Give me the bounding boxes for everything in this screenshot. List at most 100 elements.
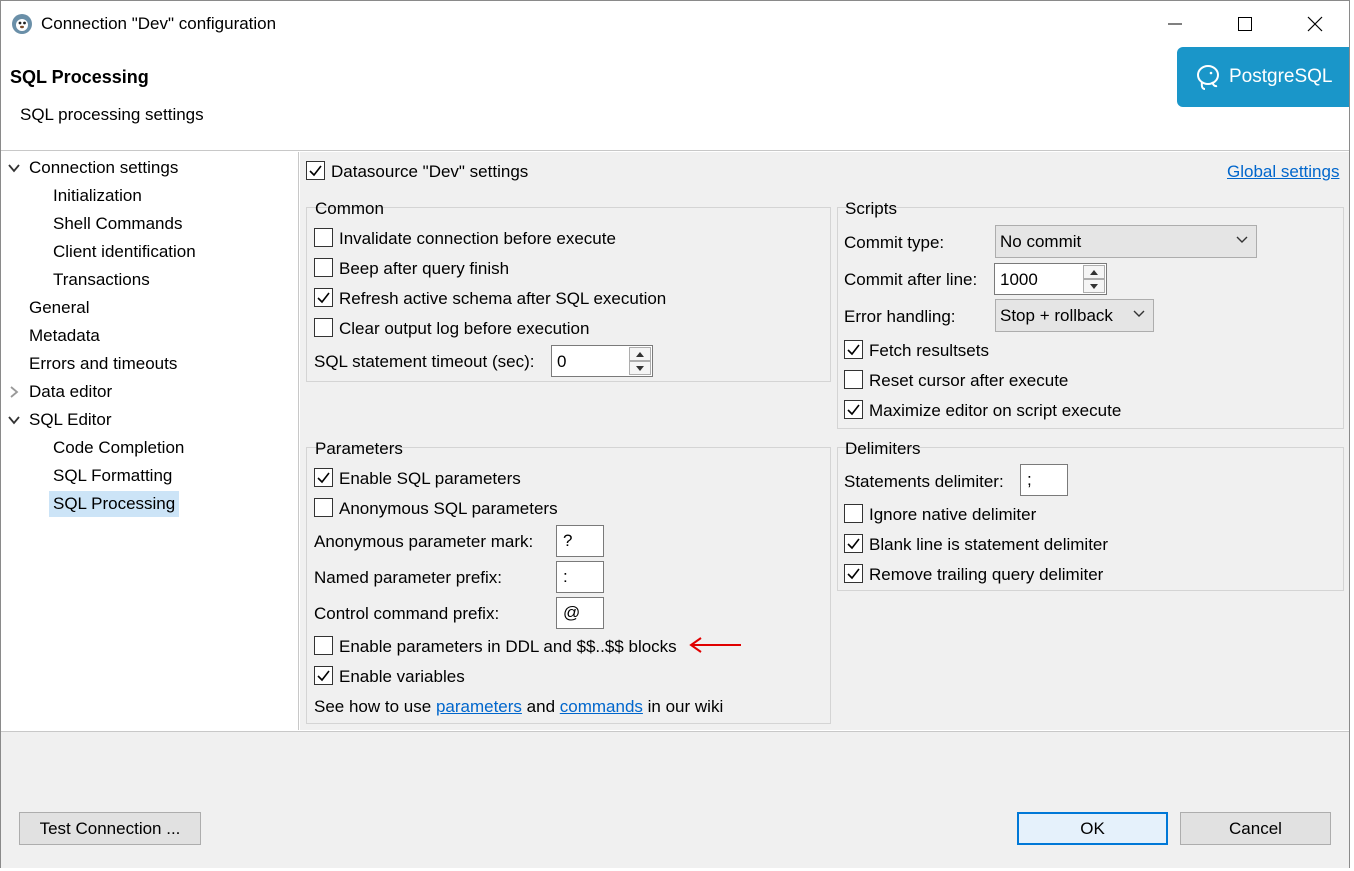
commit-after-line-label: Commit after line: <box>844 270 978 289</box>
tree-item-sql-editor[interactable]: SQL Editor <box>29 407 112 433</box>
delimiters-group-title: Delimiters <box>845 439 921 458</box>
anonymous-parameter-mark-input[interactable]: ? <box>556 525 604 557</box>
control-command-prefix-input[interactable]: @ <box>556 597 604 629</box>
clear-output-log-label: Clear output log before execution <box>339 319 590 338</box>
arrow-up-icon <box>1090 269 1098 275</box>
checkmark-icon <box>847 344 860 356</box>
tree-item-data-editor[interactable]: Data editor <box>29 379 112 405</box>
refresh-schema-label: Refresh active schema after SQL executio… <box>339 289 667 308</box>
tree-item-sql-processing[interactable]: SQL Processing <box>49 491 180 517</box>
commands-wiki-link[interactable]: commands <box>560 697 643 716</box>
global-settings-link[interactable]: Global settings <box>1227 162 1339 182</box>
datasource-settings-checkbox[interactable] <box>306 161 325 180</box>
checkmark-icon <box>317 292 330 304</box>
close-icon <box>1307 16 1323 32</box>
dbeaver-app-icon <box>12 14 32 34</box>
chevron-right-icon[interactable] <box>7 385 21 399</box>
ignore-native-delimiter-checkbox[interactable] <box>844 504 863 523</box>
invalidate-connection-checkbox[interactable] <box>314 228 333 247</box>
title-bar: Connection "Dev" configuration <box>1 1 1349 47</box>
invalidate-connection-label: Invalidate connection before execute <box>339 229 616 248</box>
maximize-editor-checkbox[interactable] <box>844 400 863 419</box>
commit-type-dropdown[interactable]: No commit <box>995 225 1257 258</box>
tree-item-initialization[interactable]: Initialization <box>53 183 142 209</box>
spin-down-button[interactable] <box>629 361 651 375</box>
spin-up-button[interactable] <box>1083 265 1105 279</box>
anonymous-sql-parameters-checkbox[interactable] <box>314 498 333 517</box>
configuration-dialog: Connection "Dev" configuration SQL Proce… <box>0 0 1350 868</box>
reset-cursor-label: Reset cursor after execute <box>869 371 1069 390</box>
arrow-up-icon <box>636 351 644 357</box>
blank-line-delimiter-checkbox[interactable] <box>844 534 863 553</box>
anonymous-parameter-mark-label: Anonymous parameter mark: <box>314 532 534 551</box>
clear-output-log-checkbox[interactable] <box>314 318 333 337</box>
tree-item-sql-formatting[interactable]: SQL Formatting <box>53 463 172 489</box>
tree-item-metadata[interactable]: Metadata <box>29 323 100 349</box>
wiki-help-text: See how to use parameters and commands i… <box>314 697 723 717</box>
tree-item-connection-settings[interactable]: Connection settings <box>29 155 178 181</box>
blank-line-delimiter-label: Blank line is statement delimiter <box>869 535 1109 554</box>
checkmark-icon <box>847 538 860 550</box>
remove-trailing-delimiter-checkbox[interactable] <box>844 564 863 583</box>
wiki-prefix: See how to use <box>314 697 432 716</box>
spin-up-button[interactable] <box>629 347 651 361</box>
statement-timeout-spinner[interactable]: 0 <box>551 345 653 377</box>
maximize-button[interactable] <box>1211 1 1279 47</box>
statements-delimiter-input[interactable]: ; <box>1020 464 1068 496</box>
tree-item-code-completion[interactable]: Code Completion <box>53 435 184 461</box>
tree-item-shell-commands[interactable]: Shell Commands <box>53 211 182 237</box>
maximize-icon <box>1238 17 1252 31</box>
cancel-button[interactable]: Cancel <box>1180 812 1331 845</box>
window-title: Connection "Dev" configuration <box>41 14 277 33</box>
close-button[interactable] <box>1281 1 1349 47</box>
scripts-group-title: Scripts <box>845 199 897 218</box>
page-title: SQL Processing <box>10 67 149 87</box>
fetch-resultsets-checkbox[interactable] <box>844 340 863 359</box>
settings-panel: Datasource "Dev" settings Global setting… <box>300 152 1349 730</box>
anonymous-sql-parameters-label: Anonymous SQL parameters <box>339 499 558 518</box>
common-group-title: Common <box>315 199 384 218</box>
commit-after-line-spinner[interactable]: 1000 <box>994 263 1107 295</box>
beep-after-query-checkbox[interactable] <box>314 258 333 277</box>
minimize-button[interactable] <box>1141 1 1209 47</box>
red-arrow-annotation-icon <box>689 637 741 653</box>
error-handling-dropdown[interactable]: Stop + rollback <box>995 299 1154 332</box>
control-command-prefix-label: Control command prefix: <box>314 604 500 623</box>
named-parameter-prefix-input[interactable]: : <box>556 561 604 593</box>
test-connection-button[interactable]: Test Connection ... <box>19 812 201 845</box>
wiki-and: and <box>526 697 556 716</box>
commit-after-line-value: 1000 <box>1000 270 1038 289</box>
tree-item-general[interactable]: General <box>29 295 89 321</box>
named-parameter-prefix-label: Named parameter prefix: <box>314 568 503 587</box>
elephant-icon <box>1197 65 1219 90</box>
postgresql-logo: PostgreSQL <box>1177 47 1349 107</box>
enable-variables-checkbox[interactable] <box>314 666 333 685</box>
ignore-native-delimiter-label: Ignore native delimiter <box>869 505 1037 524</box>
maximize-editor-label: Maximize editor on script execute <box>869 401 1122 420</box>
chevron-down-icon[interactable] <box>7 161 21 175</box>
fetch-resultsets-label: Fetch resultsets <box>869 341 989 360</box>
minimize-icon <box>1168 23 1182 25</box>
enable-sql-parameters-label: Enable SQL parameters <box>339 469 521 488</box>
tree-item-transactions[interactable]: Transactions <box>53 267 150 293</box>
arrow-down-icon <box>1090 283 1098 289</box>
refresh-schema-checkbox[interactable] <box>314 288 333 307</box>
spin-down-button[interactable] <box>1083 279 1105 293</box>
parameters-group-title: Parameters <box>315 439 403 458</box>
logo-text: PostgreSQL <box>1229 66 1333 87</box>
tree-item-errors-and-timeouts[interactable]: Errors and timeouts <box>29 351 177 377</box>
reset-cursor-checkbox[interactable] <box>844 370 863 389</box>
commit-type-label: Commit type: <box>844 233 945 252</box>
enable-sql-parameters-checkbox[interactable] <box>314 468 333 487</box>
checkmark-icon <box>847 404 860 416</box>
wiki-suffix: in our wiki <box>647 697 724 716</box>
parameters-wiki-link[interactable]: parameters <box>436 697 522 716</box>
enable-ddl-parameters-checkbox[interactable] <box>314 636 333 655</box>
arrow-down-icon <box>636 365 644 371</box>
tree-item-client-identification[interactable]: Client identification <box>53 239 196 265</box>
error-handling-value: Stop + rollback <box>1000 306 1113 325</box>
chevron-down-icon[interactable] <box>7 413 21 427</box>
remove-trailing-delimiter-label: Remove trailing query delimiter <box>869 565 1104 584</box>
ok-button[interactable]: OK <box>1017 812 1168 845</box>
settings-tree: Connection settings Initialization Shell… <box>1 152 299 730</box>
